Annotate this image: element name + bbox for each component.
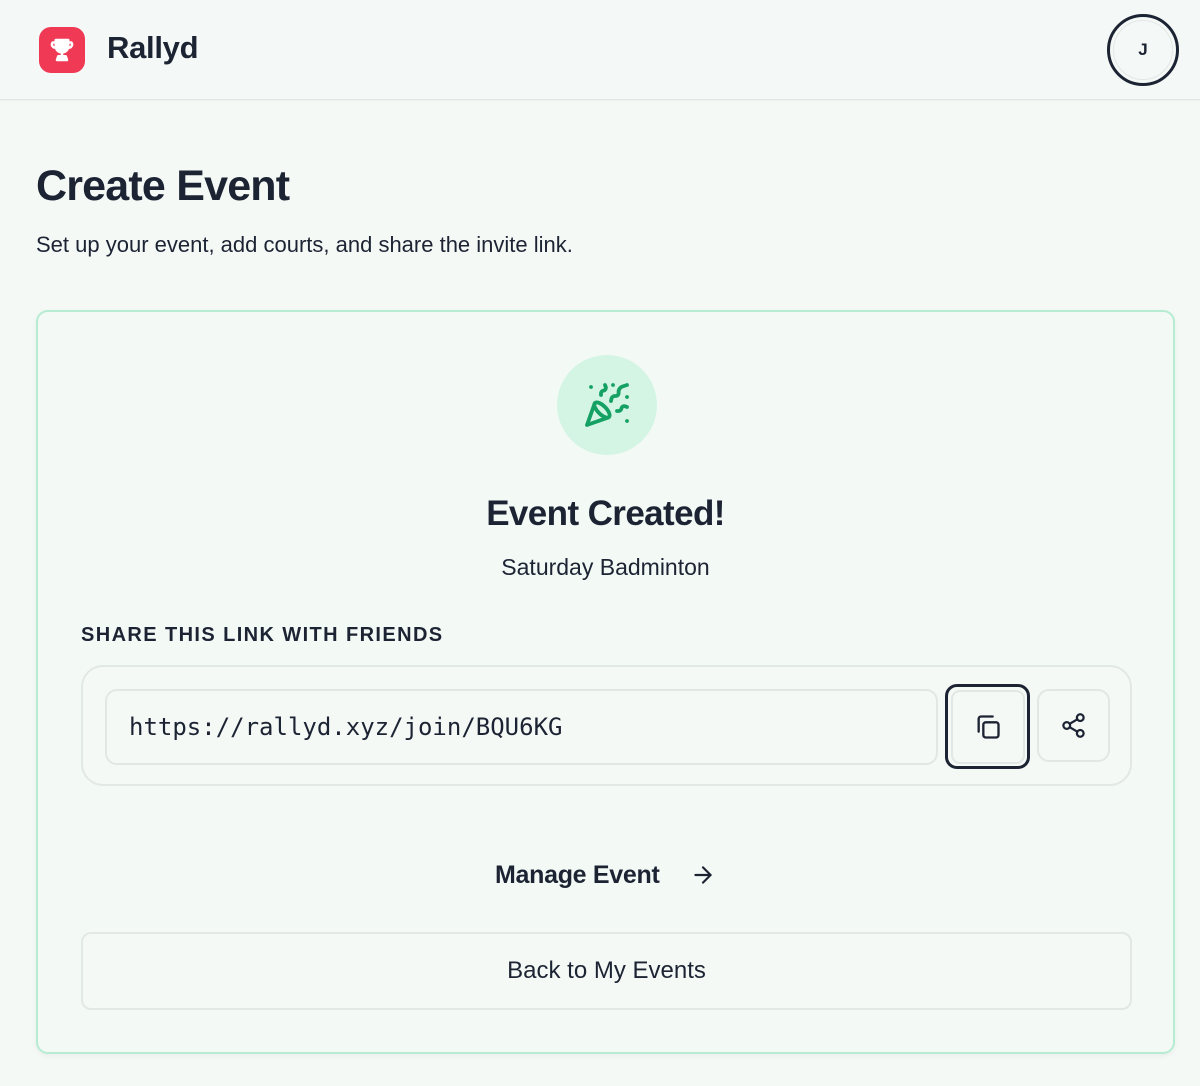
trophy-logo-icon[interactable] — [39, 27, 85, 73]
back-button-label: Back to My Events — [507, 957, 706, 984]
event-created-title: Event Created! — [486, 494, 725, 533]
party-popper-icon — [557, 355, 657, 455]
copy-button-inner — [950, 689, 1025, 764]
copy-link-button[interactable] — [945, 684, 1030, 769]
event-name: Saturday Badminton — [501, 554, 710, 580]
share-link-label: SHARE THIS LINK WITH FRIENDS — [81, 624, 444, 646]
page-subtitle: Set up your event, add courts, and share… — [36, 232, 573, 257]
brand-name[interactable]: Rallyd — [107, 30, 199, 66]
user-avatar-button[interactable]: J — [1107, 14, 1179, 86]
event-created-card: Event Created! Saturday Badminton SHARE … — [36, 310, 1175, 1054]
invite-link-field[interactable]: https://rallyd.xyz/join/BQU6KG — [105, 689, 938, 765]
avatar-initial: J — [1113, 20, 1173, 80]
manage-event-label: Manage Event — [495, 860, 660, 889]
share-icon — [1062, 713, 1085, 738]
page-title: Create Event — [36, 162, 290, 210]
top-navigation-bar: Rallyd J — [0, 0, 1200, 100]
arrow-right-icon — [693, 866, 712, 884]
invite-link-panel: https://rallyd.xyz/join/BQU6KG — [81, 665, 1132, 786]
manage-event-link[interactable]: Manage Event — [495, 858, 716, 892]
back-to-my-events-button[interactable]: Back to My Events — [81, 932, 1132, 1010]
copy-icon — [977, 714, 1000, 739]
share-link-button[interactable] — [1037, 689, 1110, 762]
